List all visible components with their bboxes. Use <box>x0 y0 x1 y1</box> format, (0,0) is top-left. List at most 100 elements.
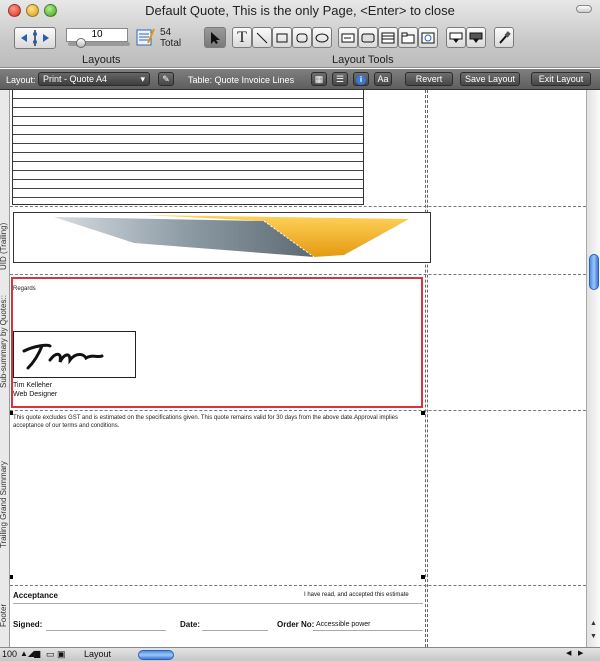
toolbar-toggle-button[interactable] <box>576 5 592 13</box>
layout-book-navigator[interactable] <box>14 27 56 49</box>
oval-icon <box>315 33 329 42</box>
selection-handle[interactable] <box>421 575 425 579</box>
status-bar: 100 ▲◢▆ ▭ ▣ Layout ◀ ▶ <box>0 647 600 661</box>
page-margin-guide <box>425 90 426 647</box>
part-icon <box>469 32 483 43</box>
order-no-line <box>313 630 423 631</box>
scroll-right-arrow-icon[interactable]: ▶ <box>578 649 583 657</box>
signed-label: Signed: <box>13 620 43 629</box>
pointer-tool[interactable] <box>204 27 226 48</box>
record-number-input[interactable]: 10 <box>66 28 128 42</box>
table-label: Table: Quote Invoice Lines <box>188 75 295 85</box>
regards-text: Regards <box>13 286 36 292</box>
pencil-icon: ✎ <box>162 74 170 84</box>
part-boundary-grand-summary[interactable] <box>0 585 586 586</box>
field-tool[interactable] <box>338 27 358 48</box>
oval-tool[interactable] <box>312 27 332 48</box>
order-no-label: Order No: <box>277 620 315 629</box>
total-label: Total <box>160 38 182 49</box>
rectangle-tool[interactable] <box>272 27 292 48</box>
title-toolbar: Default Quote, This is the only Page, <E… <box>0 0 600 68</box>
button-tool[interactable] <box>358 27 378 48</box>
format-painter-tool[interactable] <box>494 27 514 48</box>
signer-role: Web Designer <box>13 391 58 398</box>
window-title: Default Quote, This is the only Page, <E… <box>145 3 455 18</box>
filemaker-window: Default Quote, This is the only Page, <E… <box>0 0 600 661</box>
text-tool-icon: T <box>237 28 247 46</box>
portal-tool[interactable] <box>378 27 398 48</box>
banner-graphic[interactable] <box>13 212 431 263</box>
date-line <box>202 630 268 631</box>
footer-divider <box>13 603 423 604</box>
inspector-button[interactable]: i <box>353 72 369 86</box>
disclaimer-text[interactable]: This quote excludes GST and is estimated… <box>13 414 423 430</box>
vertical-scroll-thumb[interactable] <box>589 254 599 290</box>
revert-button[interactable]: Revert <box>405 72 453 86</box>
line-items-portal[interactable] <box>12 90 364 205</box>
paintbrush-icon <box>499 30 511 44</box>
part-labels-column: UID (Trailing) Sub-summary by Quotes:: T… <box>0 90 10 647</box>
layout-setup-button[interactable]: ✎ <box>158 72 174 86</box>
mode-label[interactable]: Layout <box>84 649 111 659</box>
layout-slider-thumb[interactable] <box>76 38 86 48</box>
rounded-rectangle-icon <box>296 33 308 42</box>
layout-canvas[interactable]: Regards Tim Kelleher Web Designer This q… <box>0 90 586 647</box>
part-boundary-uid[interactable] <box>0 274 586 275</box>
book-icon <box>21 30 49 46</box>
tab-control-icon <box>401 32 415 43</box>
tab-control-tool[interactable] <box>398 27 418 48</box>
dropdown-arrow-icon: ▾ <box>140 74 145 84</box>
layouts-label: Layouts <box>82 54 121 66</box>
order-no-field[interactable]: Accessible power <box>316 621 370 628</box>
zoom-controls-icon[interactable]: ▲◢▆ <box>20 649 40 658</box>
signer-name: Tim Kelleher <box>13 382 53 389</box>
part-boundary-body[interactable] <box>0 206 586 207</box>
banner-swoosh-image <box>54 215 409 258</box>
acceptance-heading: Acceptance <box>13 591 58 600</box>
field-picker-tool[interactable] <box>446 27 466 48</box>
save-layout-button[interactable]: Save Layout <box>460 72 520 86</box>
info-icon: i <box>356 75 366 85</box>
scroll-down-arrow-icon[interactable]: ▼ <box>590 633 597 640</box>
layout-select[interactable]: Print - Quote A4 ▾ <box>38 72 150 86</box>
font-aa-icon: Aa <box>377 74 389 84</box>
rectangle-icon <box>276 33 288 42</box>
button-icon <box>361 33 375 42</box>
vertical-scrollbar[interactable]: ▲ ▼ <box>586 90 600 647</box>
scroll-up-arrow-icon[interactable]: ▲ <box>590 620 597 627</box>
rounded-rectangle-tool[interactable] <box>292 27 312 48</box>
portal-icon <box>381 32 395 43</box>
layout-tools-label: Layout Tools <box>332 54 394 66</box>
web-viewer-tool[interactable] <box>418 27 438 48</box>
field-icon <box>341 33 355 42</box>
arrow-pointer-icon <box>211 31 220 44</box>
zoom-level[interactable]: 100 <box>2 649 17 659</box>
accepted-statement: I have read, and accepted this estimate <box>304 592 409 598</box>
horizontal-scroll-thumb[interactable] <box>138 650 174 660</box>
exit-layout-button[interactable]: Exit Layout <box>531 72 591 86</box>
record-total: 54 Total <box>160 27 181 49</box>
web-viewer-icon <box>421 32 435 43</box>
text-tool[interactable]: T <box>232 27 252 48</box>
signature-caption: Tim Kelleher Web Designer <box>13 381 57 399</box>
notepad-icon[interactable] <box>135 27 155 47</box>
date-label: Date: <box>180 620 201 629</box>
layout-bar: Layout: Print - Quote A4 ▾ ✎ Table: Quot… <box>0 69 600 90</box>
signed-line <box>46 630 166 631</box>
font-button[interactable]: Aa <box>374 72 392 86</box>
line-tool[interactable] <box>252 27 272 48</box>
view-toggle-icon[interactable]: ▭ ▣ <box>46 649 66 660</box>
total-count: 54 <box>160 27 172 38</box>
layout-label: Layout: <box>6 75 36 85</box>
signature-scribble <box>22 343 104 370</box>
object-info-button[interactable]: ▦ <box>311 72 327 86</box>
list-icon: ☰ <box>335 74 345 84</box>
line-icon <box>256 32 268 43</box>
field-picker-icon <box>449 32 463 43</box>
scroll-left-arrow-icon[interactable]: ◀ <box>566 649 571 657</box>
layout-select-value: Print - Quote A4 <box>43 74 108 84</box>
signature-image[interactable] <box>13 331 136 378</box>
field-list-button[interactable]: ☰ <box>332 72 348 86</box>
part-boundary-subsummary[interactable] <box>0 410 586 411</box>
part-tool[interactable] <box>466 27 486 48</box>
